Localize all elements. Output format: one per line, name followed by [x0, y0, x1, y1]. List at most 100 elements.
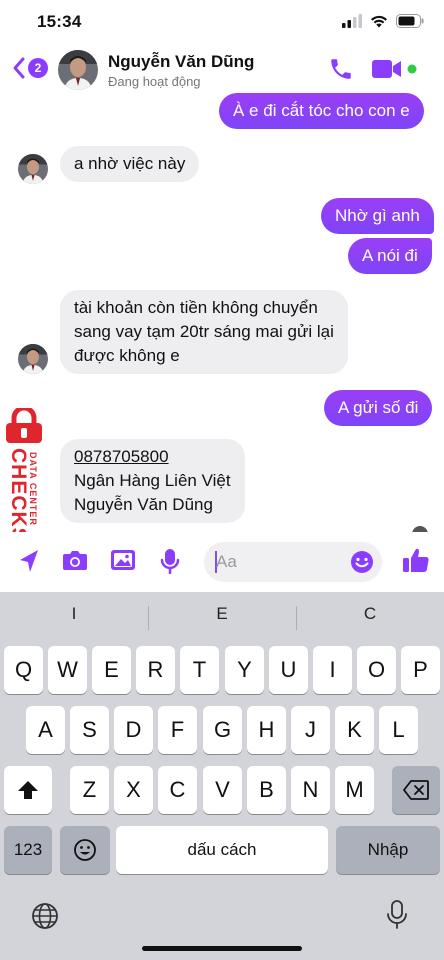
contact-name[interactable]: Nguyễn Văn Dũng	[108, 52, 254, 72]
video-call-button[interactable]	[372, 58, 420, 85]
key-c[interactable]: C	[158, 766, 197, 814]
status-bar: 15:34	[0, 0, 444, 44]
suggestion-2[interactable]: E	[148, 604, 296, 630]
key-l[interactable]: L	[379, 706, 418, 754]
back-button[interactable]: 2	[12, 56, 48, 80]
conversation-header: 2 Nguyễn Văn Dũng Đang hoạt động	[0, 44, 444, 96]
voice-message-button[interactable]	[160, 548, 180, 579]
key-s[interactable]: S	[70, 706, 109, 754]
key-y[interactable]: Y	[225, 646, 264, 694]
like-button[interactable]	[402, 546, 430, 579]
avatar-photo	[18, 344, 48, 374]
numbers-key[interactable]: 123	[4, 826, 52, 874]
navigation-arrow-icon	[20, 550, 38, 572]
contact-status: Đang hoạt động	[108, 74, 201, 89]
avatar-photo	[18, 154, 48, 184]
space-key[interactable]: dấu cách	[116, 826, 328, 874]
cellular-signal-icon	[342, 14, 362, 28]
send-location-button[interactable]	[18, 548, 40, 579]
message-incoming[interactable]: a nhờ việc này	[60, 146, 200, 182]
message-line: được không e	[74, 346, 180, 365]
camera-icon	[63, 551, 87, 570]
message-text: a nhờ việc này	[74, 154, 186, 173]
suggestion-1[interactable]: I	[0, 604, 148, 630]
key-j[interactable]: J	[291, 706, 330, 754]
emoji-keyboard-icon	[74, 839, 96, 861]
sender-avatar[interactable]	[18, 154, 48, 184]
dictation-button[interactable]	[386, 900, 408, 935]
backspace-icon	[403, 780, 429, 800]
emoji-keyboard-key[interactable]	[60, 826, 110, 874]
home-indicator[interactable]	[142, 946, 302, 951]
delete-key[interactable]	[392, 766, 440, 814]
key-b[interactable]: B	[247, 766, 286, 814]
battery-icon	[396, 14, 424, 28]
shift-key[interactable]	[4, 766, 52, 814]
smiley-icon	[351, 551, 373, 573]
voice-call-button[interactable]	[328, 56, 354, 87]
key-z[interactable]: Z	[70, 766, 109, 814]
key-f[interactable]: F	[158, 706, 197, 754]
message-line: Nguyễn Văn Dũng	[74, 495, 213, 514]
key-p[interactable]: P	[401, 646, 440, 694]
avatar-photo	[58, 50, 98, 90]
key-d[interactable]: D	[114, 706, 153, 754]
key-q[interactable]: Q	[4, 646, 43, 694]
online-dot-icon	[407, 64, 417, 74]
key-k[interactable]: K	[335, 706, 374, 754]
sender-avatar[interactable]	[18, 344, 48, 374]
message-list[interactable]: À e đi cắt tóc cho con e a nhờ việc này …	[0, 92, 444, 532]
status-icons	[342, 14, 424, 28]
gallery-button[interactable]	[110, 548, 136, 577]
microphone-icon	[160, 549, 180, 575]
message-outgoing[interactable]: A gửi số đi	[324, 390, 433, 426]
key-n[interactable]: N	[291, 766, 330, 814]
status-time: 15:34	[37, 12, 82, 31]
return-key[interactable]: Nhập	[336, 826, 440, 874]
key-w[interactable]: W	[48, 646, 87, 694]
key-o[interactable]: O	[357, 646, 396, 694]
message-incoming[interactable]: tài khoản còn tiền không chuyển sang vay…	[60, 290, 348, 374]
chevron-left-icon	[13, 57, 25, 79]
key-m[interactable]: M	[335, 766, 374, 814]
globe-icon	[32, 903, 58, 929]
wifi-icon	[371, 15, 387, 28]
key-h[interactable]: H	[247, 706, 286, 754]
key-a[interactable]: A	[26, 706, 65, 754]
key-e[interactable]: E	[92, 646, 131, 694]
suggestion-3[interactable]: C	[296, 604, 444, 630]
camera-button[interactable]	[62, 548, 88, 577]
globe-button[interactable]	[31, 902, 59, 935]
message-text: A nói đi	[362, 246, 418, 265]
microphone-icon	[387, 900, 407, 929]
message-incoming[interactable]: 0878705800 Ngân Hàng Liên Việt Nguyễn Vă…	[60, 439, 245, 523]
emoji-button[interactable]	[350, 550, 374, 579]
key-v[interactable]: V	[203, 766, 242, 814]
message-input[interactable]	[216, 550, 356, 574]
watermark-subtitle: DATA CENTER	[28, 452, 38, 526]
key-g[interactable]: G	[203, 706, 242, 754]
key-r[interactable]: R	[136, 646, 175, 694]
message-line: tài khoản còn tiền không chuyển	[74, 298, 318, 317]
key-t[interactable]: T	[180, 646, 219, 694]
message-outgoing[interactable]: A nói đi	[348, 238, 432, 274]
message-text: A gửi số đi	[338, 398, 419, 417]
message-composer	[0, 532, 444, 592]
shift-arrow-icon	[18, 781, 38, 799]
thumbs-up-icon	[403, 548, 429, 572]
keyboard: I E C Q W E R T Y U I O P A S D F G H J …	[0, 592, 444, 960]
phone-number-link[interactable]: 0878705800	[74, 445, 231, 469]
contact-avatar[interactable]	[58, 50, 98, 90]
unread-count-badge: 2	[28, 58, 48, 78]
message-line: Ngân Hàng Liên Việt	[74, 471, 231, 490]
message-outgoing[interactable]: Nhờ gì anh	[321, 198, 434, 234]
message-text: À e đi cắt tóc cho con e	[233, 101, 410, 120]
message-input-box[interactable]	[204, 542, 382, 582]
message-outgoing[interactable]: À e đi cắt tóc cho con e	[219, 93, 424, 129]
message-text: Nhờ gì anh	[335, 206, 420, 225]
key-i[interactable]: I	[313, 646, 352, 694]
key-x[interactable]: X	[114, 766, 153, 814]
padlock-icon	[6, 408, 42, 443]
key-u[interactable]: U	[269, 646, 308, 694]
phone-icon	[331, 59, 351, 79]
